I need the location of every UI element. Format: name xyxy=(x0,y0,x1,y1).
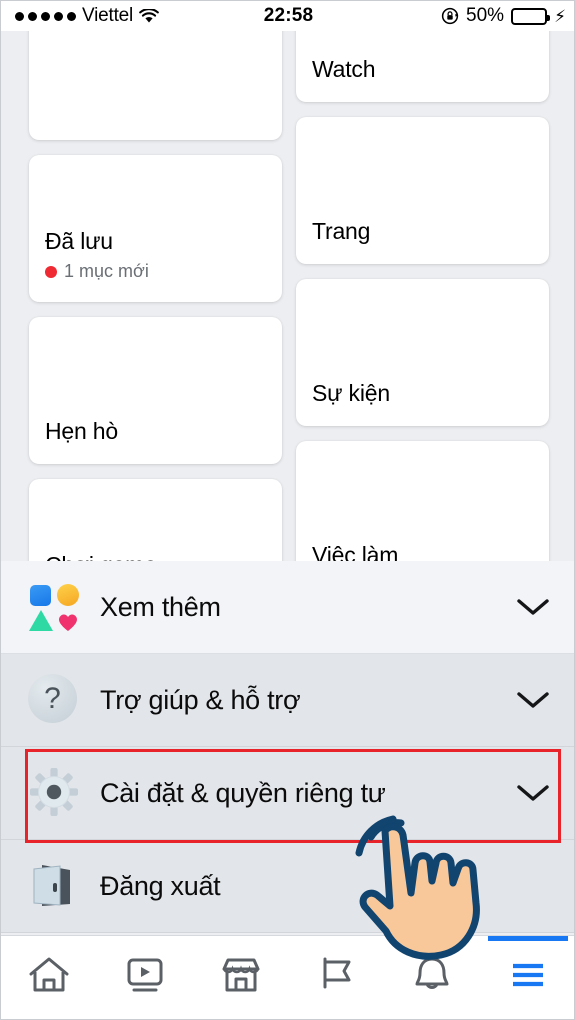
watch-video-icon xyxy=(122,953,168,1002)
card-title: Watch xyxy=(312,55,376,82)
rotation-lock-icon xyxy=(441,7,459,25)
nav-tab-marketplace[interactable] xyxy=(193,936,289,1020)
card-column-left: Đã lưu 1 mục mới Hẹn hò Chơi game 5 mục … xyxy=(29,31,282,561)
gear-icon xyxy=(28,767,80,819)
menu-row-help-support[interactable]: ? Trợ giúp & hỗ trợ xyxy=(1,654,574,747)
battery-icon xyxy=(511,7,551,25)
chevron-down-icon[interactable] xyxy=(516,783,550,803)
shortcut-card-saved[interactable]: Đã lưu 1 mục mới xyxy=(29,155,282,302)
nav-tab-menu[interactable] xyxy=(480,935,574,1020)
battery-percent-label: 50% xyxy=(466,5,505,26)
nav-tab-watch[interactable] xyxy=(97,936,193,1020)
flag-groups-icon xyxy=(313,953,359,1002)
shortcut-card[interactable] xyxy=(29,31,282,140)
shortcut-card-grid: Đã lưu 1 mục mới Hẹn hò Chơi game 5 mục … xyxy=(1,31,574,561)
chevron-down-icon[interactable] xyxy=(516,597,550,617)
card-column-right: Watch Trang Sự kiện Việc làm xyxy=(296,31,549,561)
shortcut-card-games[interactable]: Chơi game 5 mục mới xyxy=(29,479,282,561)
marketplace-shop-icon xyxy=(218,953,264,1002)
card-title: Sự kiện xyxy=(312,379,390,406)
status-bar-right: 50% ⚡ xyxy=(441,5,566,27)
nav-tab-notifications[interactable] xyxy=(384,936,480,1020)
menu-row-logout[interactable]: Đăng xuất xyxy=(1,840,574,933)
card-title: Hẹn hò xyxy=(45,417,118,444)
menu-row-label: Trợ giúp & hỗ trợ xyxy=(100,684,301,715)
menu-row-label: Đăng xuất xyxy=(100,870,221,901)
menu-row-label: Cài đặt & quyền riêng tư xyxy=(100,777,386,808)
shortcut-card-jobs[interactable]: Việc làm xyxy=(296,441,549,561)
nav-tab-groups[interactable] xyxy=(288,936,384,1020)
door-icon xyxy=(28,860,80,912)
card-badge-label: 1 mục mới xyxy=(64,261,149,281)
menu-row-label: Xem thêm xyxy=(100,591,221,622)
card-title: Đã lưu xyxy=(45,227,113,254)
menu-row-see-more[interactable]: Xem thêm xyxy=(1,561,574,654)
question-mark-icon: ? xyxy=(28,674,80,726)
nav-tab-home[interactable] xyxy=(1,936,97,1020)
phone-screen: Viettel 22:58 50% ⚡ Đã lưu 1 mục mới Hẹn… xyxy=(0,0,575,1020)
status-bar: Viettel 22:58 50% ⚡ xyxy=(1,1,574,31)
home-icon xyxy=(26,953,72,1002)
menu-row-settings-privacy[interactable]: Cài đặt & quyền riêng tư xyxy=(1,747,574,840)
shapes-icon xyxy=(28,581,80,633)
bottom-navigation-bar xyxy=(1,935,574,1020)
shortcut-card-dating[interactable]: Hẹn hò xyxy=(29,317,282,464)
hamburger-menu-icon xyxy=(505,953,551,1002)
lightning-bolt-icon: ⚡ xyxy=(554,6,566,26)
menu-list: Xem thêm ? Trợ giúp & hỗ trợ Cài đặt & q… xyxy=(1,561,574,933)
card-title: Trang xyxy=(312,217,371,244)
card-title: Việc làm xyxy=(312,541,399,561)
shortcut-card-pages[interactable]: Trang xyxy=(296,117,549,264)
shortcut-card-events[interactable]: Sự kiện xyxy=(296,279,549,426)
shortcut-card-watch[interactable]: Watch xyxy=(296,31,549,102)
bell-notifications-icon xyxy=(409,953,455,1002)
card-title: Chơi game xyxy=(45,552,282,561)
chevron-down-icon[interactable] xyxy=(516,690,550,710)
new-items-dot-icon xyxy=(45,265,57,278)
card-badge: 1 mục mới xyxy=(45,261,282,282)
